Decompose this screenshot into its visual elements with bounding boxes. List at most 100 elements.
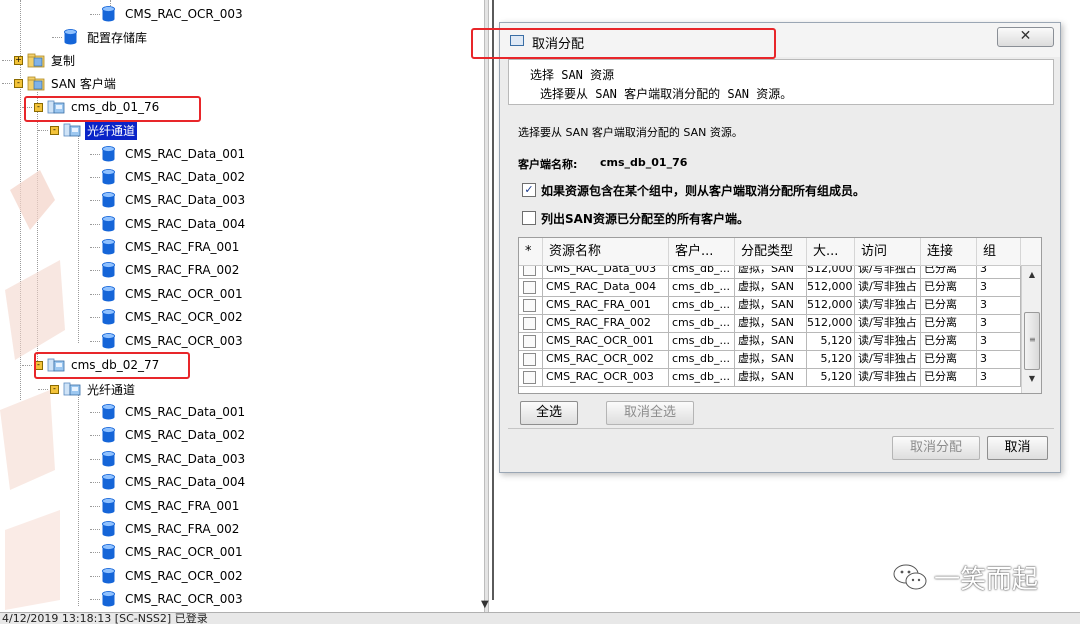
- tree-item-23[interactable]: CMS_RAC_OCR_001: [102, 541, 245, 563]
- tree-item-13[interactable]: CMS_RAC_OCR_002: [102, 306, 245, 328]
- list-all-clients-checkbox[interactable]: [522, 211, 536, 225]
- scroll-down-icon[interactable]: ▼: [1022, 374, 1041, 388]
- table-row[interactable]: CMS_RAC_Data_004 cms_db_... 虚拟，SAN 512,000 读…: [519, 278, 1021, 297]
- row-checkbox[interactable]: [523, 266, 536, 276]
- expand-icon[interactable]: +: [14, 55, 23, 65]
- tree-item-5[interactable]: - 光纤通道: [50, 119, 138, 141]
- table-row[interactable]: CMS_RAC_FRA_001 cms_db_... 虚拟，SAN 512,000 读/…: [519, 296, 1021, 315]
- tree-item-label: CMS_RAC_Data_003: [125, 193, 246, 207]
- row-check-cell[interactable]: [519, 368, 543, 387]
- tree-item-21[interactable]: CMS_RAC_FRA_001: [102, 495, 241, 517]
- database-icon: [102, 568, 115, 584]
- grid-scrollbar[interactable]: ▲ ≡ ▼: [1021, 266, 1041, 393]
- tree-item-0[interactable]: CMS_RAC_OCR_003: [102, 3, 245, 25]
- row-checkbox[interactable]: [523, 281, 536, 294]
- tree-item-2[interactable]: + 复制: [14, 49, 77, 71]
- table-cell: cms_db_...: [669, 368, 735, 387]
- deselect-all-button[interactable]: 取消全选: [606, 401, 694, 425]
- table-cell: cms_db_...: [669, 296, 735, 315]
- column-header-5[interactable]: 访问: [855, 238, 921, 266]
- column-header-0[interactable]: *: [519, 238, 543, 266]
- tree-item-12[interactable]: CMS_RAC_OCR_001: [102, 283, 245, 305]
- tree-item-17[interactable]: CMS_RAC_Data_001: [102, 401, 247, 423]
- group-members-label[interactable]: 如果资源包含在某个组中，则从客户端取消分配所有组成员。: [541, 182, 865, 199]
- resource-tree[interactable]: CMS_RAC_OCR_003 配置存储库 + 复制 - SAN 客户端 - cms_db_0…: [0, 0, 480, 612]
- tree-item-14[interactable]: CMS_RAC_OCR_003: [102, 330, 245, 352]
- table-cell: 虚拟，SAN: [735, 296, 807, 315]
- row-check-cell[interactable]: [519, 332, 543, 351]
- tree-item-label: SAN 客户端: [51, 76, 116, 91]
- collapse-icon[interactable]: -: [50, 384, 59, 394]
- scroll-thumb[interactable]: ≡: [1024, 312, 1040, 370]
- tree-item-22[interactable]: CMS_RAC_FRA_002: [102, 518, 241, 540]
- table-cell: CMS_RAC_OCR_002: [543, 350, 669, 369]
- tree-item-10[interactable]: CMS_RAC_FRA_001: [102, 236, 241, 258]
- row-checkbox[interactable]: [523, 371, 536, 384]
- tree-item-16[interactable]: - 光纤通道: [50, 378, 137, 400]
- tree-item-18[interactable]: CMS_RAC_Data_002: [102, 424, 247, 446]
- row-check-cell[interactable]: [519, 314, 543, 333]
- close-button[interactable]: ✕: [997, 27, 1054, 47]
- tree-item-label: 复制: [51, 53, 76, 68]
- column-header-6[interactable]: 连接: [921, 238, 977, 266]
- tree-item-label: CMS_RAC_OCR_002: [125, 569, 243, 583]
- tree-item-label: CMS_RAC_Data_004: [125, 475, 246, 489]
- tree-item-9[interactable]: CMS_RAC_Data_004: [102, 213, 247, 235]
- select-all-button[interactable]: 全选: [520, 401, 578, 425]
- row-checkbox[interactable]: [523, 353, 536, 366]
- tree-item-24[interactable]: CMS_RAC_OCR_002: [102, 565, 245, 587]
- table-cell: 已分离: [921, 296, 977, 315]
- tree-item-11[interactable]: CMS_RAC_FRA_002: [102, 259, 241, 281]
- database-icon: [102, 146, 115, 162]
- table-row[interactable]: CMS_RAC_FRA_002 cms_db_... 虚拟，SAN 512,000 读/…: [519, 314, 1021, 333]
- table-cell: 虚拟，SAN: [735, 368, 807, 387]
- tree-item-label: CMS_RAC_Data_001: [125, 405, 246, 419]
- wechat-icon: [893, 564, 927, 590]
- column-header-4[interactable]: 大...: [807, 238, 855, 266]
- table-cell: 已分离: [921, 350, 977, 369]
- database-icon: [102, 239, 115, 255]
- wizard-header: 选择 SAN 资源 选择要从 SAN 客户端取消分配的 SAN 资源。: [508, 59, 1054, 105]
- column-header-2[interactable]: 客户...: [669, 238, 735, 266]
- tree-item-7[interactable]: CMS_RAC_Data_002: [102, 166, 247, 188]
- unassign-button[interactable]: 取消分配: [892, 436, 980, 460]
- tree-item-20[interactable]: CMS_RAC_Data_004: [102, 471, 247, 493]
- scroll-up-icon[interactable]: ▲: [1022, 270, 1041, 284]
- unassign-dialog: 取消分配 ✕ 选择 SAN 资源 选择要从 SAN 客户端取消分配的 SAN 资…: [499, 22, 1061, 473]
- row-check-cell[interactable]: [519, 278, 543, 297]
- tree-item-6[interactable]: CMS_RAC_Data_001: [102, 143, 247, 165]
- column-header-1[interactable]: 资源名称: [543, 238, 669, 266]
- tree-item-1[interactable]: 配置存储库: [64, 26, 149, 48]
- table-cell: 虚拟，SAN: [735, 332, 807, 351]
- row-checkbox[interactable]: [523, 335, 536, 348]
- cancel-button[interactable]: 取消: [987, 436, 1048, 460]
- row-check-cell[interactable]: [519, 350, 543, 369]
- table-row[interactable]: CMS_RAC_OCR_001 cms_db_... 虚拟，SAN 5,120 读/写非…: [519, 332, 1021, 351]
- table-cell: 虚拟，SAN: [735, 278, 807, 297]
- pane-splitter[interactable]: [480, 0, 498, 612]
- grid-body[interactable]: CMS_RAC_Data_003 cms_db_... 虚拟，SAN 512,000 读…: [519, 266, 1021, 393]
- highlight-client-1: [24, 96, 201, 122]
- row-check-cell[interactable]: [519, 296, 543, 315]
- table-cell: CMS_RAC_FRA_001: [543, 296, 669, 315]
- tree-item-25[interactable]: CMS_RAC_OCR_003: [102, 588, 245, 610]
- tree-item-label: 光纤通道: [85, 120, 138, 140]
- group-members-checkbox[interactable]: ✓: [522, 183, 536, 197]
- column-header-7[interactable]: 组: [977, 238, 1021, 266]
- chevron-down-icon[interactable]: ▼: [481, 599, 489, 610]
- table-row[interactable]: CMS_RAC_OCR_002 cms_db_... 虚拟，SAN 5,120 读/写非…: [519, 350, 1021, 369]
- collapse-icon[interactable]: -: [14, 78, 23, 88]
- tree-item-19[interactable]: CMS_RAC_Data_003: [102, 448, 247, 470]
- column-header-3[interactable]: 分配类型: [735, 238, 807, 266]
- row-checkbox[interactable]: [523, 317, 536, 330]
- list-all-clients-label[interactable]: 列出SAN资源已分配至的所有客户端。: [541, 210, 749, 227]
- table-row[interactable]: CMS_RAC_OCR_003 cms_db_... 虚拟，SAN 5,120 读/写非…: [519, 368, 1021, 387]
- table-cell: 已分离: [921, 332, 977, 351]
- database-icon: [102, 451, 115, 467]
- resource-grid[interactable]: * 资源名称 客户... 分配类型 大... 访问 连接组 CMS_RAC_Data_003…: [518, 237, 1042, 394]
- row-checkbox[interactable]: [523, 299, 536, 312]
- collapse-icon[interactable]: -: [50, 125, 59, 135]
- tree-item-3[interactable]: - SAN 客户端: [14, 72, 118, 94]
- highlight-dialog-title: [471, 28, 776, 59]
- tree-item-8[interactable]: CMS_RAC_Data_003: [102, 189, 247, 211]
